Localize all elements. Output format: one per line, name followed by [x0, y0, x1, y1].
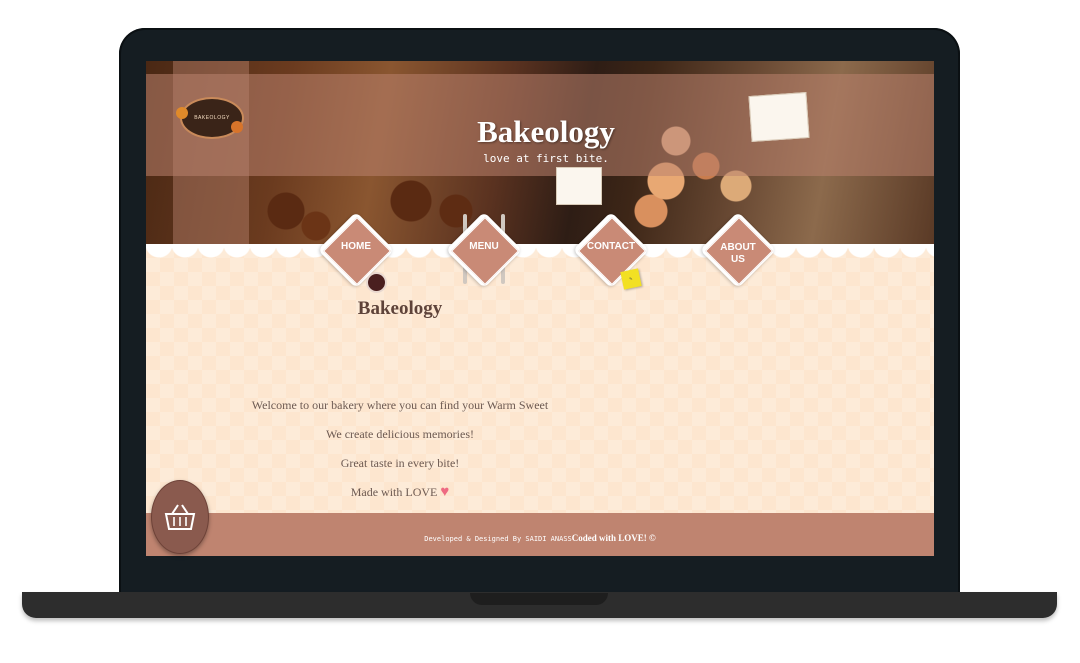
- site-tagline: love at first bite.: [483, 152, 609, 165]
- love-text: Made with LOVE: [350, 485, 438, 499]
- nav-about-line1: ABOUT: [720, 242, 756, 253]
- footer: Developed & Designed By SAIDI ANASSCoded…: [146, 513, 934, 556]
- laptop-notch: [470, 593, 608, 605]
- photo-price-card-2: [556, 167, 602, 205]
- nav-about-label: ABOUT US: [703, 242, 773, 266]
- nav-about[interactable]: ABOUT US: [699, 208, 777, 308]
- nav-home[interactable]: HOME: [317, 208, 395, 308]
- nav-home-label: HOME: [341, 241, 371, 252]
- coffee-cup-icon: [366, 272, 387, 293]
- logo-text: BAKEOLOGY: [194, 115, 230, 121]
- content-area: [146, 244, 934, 513]
- memories-line: We create delicious memories!: [326, 427, 474, 441]
- logo-strip: [173, 61, 249, 244]
- nav-about-line2: US: [731, 254, 745, 265]
- nav-contact[interactable]: CONTACT: [572, 208, 650, 308]
- footer-text: Developed & Designed By SAIDI ANASSCoded…: [146, 533, 934, 543]
- nav-menu[interactable]: MENU: [445, 208, 523, 308]
- nav-menu-label: MENU: [469, 241, 499, 252]
- logo-fruit-icon: [231, 121, 243, 133]
- photo-price-card: [748, 92, 810, 142]
- love-line: Made with LOVE ♥: [200, 484, 600, 501]
- taste-line: Great taste in every bite!: [340, 456, 460, 470]
- sticky-note-icon: ✎: [620, 268, 642, 290]
- shopping-basket-icon: [164, 504, 196, 530]
- cart-button[interactable]: [151, 480, 209, 554]
- logo-fruit-icon: [176, 107, 188, 119]
- site-title: Bakeology: [477, 114, 615, 149]
- footer-credit: Developed & Designed By SAIDI ANASS: [424, 535, 572, 543]
- nav-contact-label: CONTACT: [586, 241, 636, 252]
- main-title: Bakeology: [357, 298, 443, 319]
- scallop-border: [146, 244, 934, 270]
- footer-love: Coded with LOVE! ©: [571, 533, 656, 543]
- welcome-line: Welcome to our bakery where you can find…: [251, 398, 549, 412]
- heart-icon: ♥: [440, 484, 450, 500]
